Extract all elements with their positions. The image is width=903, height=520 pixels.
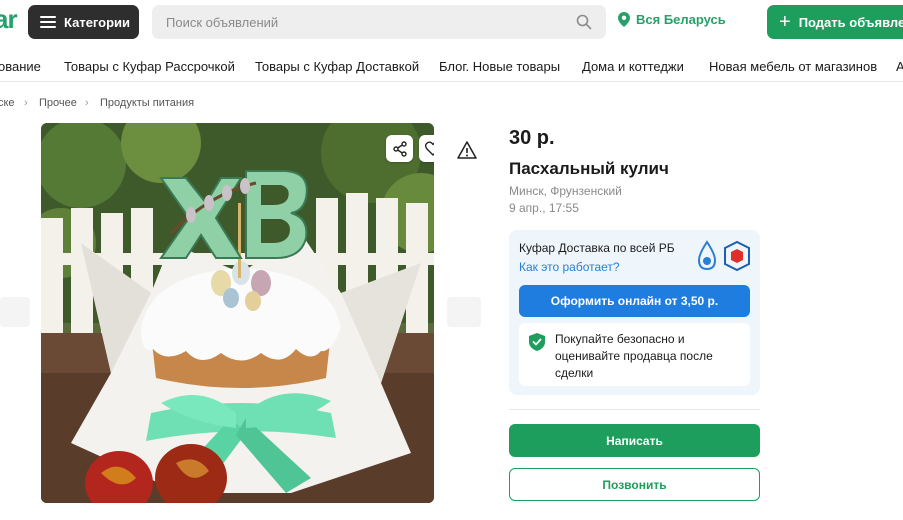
gallery-prev-button[interactable]	[0, 297, 30, 327]
gallery-next-button[interactable]	[447, 297, 481, 327]
nav-item-partial[interactable]: ование	[0, 59, 41, 74]
delivery-title: Куфар Доставка по всей РБ	[519, 241, 675, 255]
nav-item-installments[interactable]: Товары с Куфар Рассрочкой	[64, 59, 235, 74]
chevron-right-icon: ›	[85, 97, 89, 109]
chevron-right-icon: ›	[24, 97, 28, 109]
categories-label: Категории	[64, 14, 131, 30]
region-label: Вся Беларусь	[636, 12, 726, 27]
share-icon	[392, 140, 407, 157]
favorite-button[interactable]	[419, 135, 434, 162]
delivery-partner-logos-icon	[697, 240, 750, 272]
plus-icon: +	[779, 11, 791, 33]
product-photo[interactable]	[41, 123, 434, 503]
publish-date: 9 апр., 17:55	[509, 201, 579, 215]
heart-icon	[424, 141, 434, 156]
breadcrumb-item[interactable]: ске	[0, 97, 15, 109]
location-pin-icon	[618, 12, 630, 27]
post-ad-label: Подать объявление	[798, 14, 903, 30]
price: 30 р.	[509, 127, 555, 149]
how-it-works-link[interactable]: Как это работает?	[519, 260, 620, 274]
post-ad-button[interactable]: + Подать объявление	[767, 5, 903, 39]
category-nav: ование Товары с Куфар Рассрочкой Товары …	[0, 48, 903, 82]
nav-item-cut[interactable]: А	[896, 59, 903, 74]
nav-item-delivery[interactable]: Товары с Куфар Доставкой	[255, 59, 419, 74]
search-bar	[152, 5, 606, 39]
kulich-image	[41, 123, 434, 503]
nav-item-blog[interactable]: Блог. Новые товары	[439, 59, 560, 74]
breadcrumb-item[interactable]: Прочее	[39, 97, 77, 109]
warning-icon	[456, 140, 477, 159]
divider	[509, 409, 760, 410]
safe-deal-text: Покупайте безопасно и оценивайте продавц…	[555, 332, 713, 380]
region-selector[interactable]: Вся Беларусь	[618, 12, 726, 27]
location-text: Минск, Фрунзенский	[509, 184, 622, 198]
write-message-button[interactable]: Написать	[509, 424, 760, 457]
categories-button[interactable]: Категории	[28, 5, 139, 39]
shield-check-icon	[529, 333, 545, 351]
share-button[interactable]	[386, 135, 413, 162]
search-input[interactable]	[166, 14, 556, 30]
breadcrumb-item[interactable]: Продукты питания	[100, 97, 194, 109]
listing-title: Пасхальный кулич	[509, 159, 669, 178]
header: ar Категории Вся Беларусь + Подать объяв…	[0, 0, 903, 46]
menu-icon	[40, 16, 56, 28]
search-icon[interactable]	[576, 14, 592, 30]
report-button[interactable]	[453, 136, 480, 163]
order-online-button[interactable]: Оформить онлайн от 3,50 р.	[519, 285, 750, 317]
call-button[interactable]: Позвонить	[509, 468, 760, 501]
nav-item-furniture[interactable]: Новая мебель от магазинов	[709, 59, 877, 74]
nav-item-houses[interactable]: Дома и коттеджи	[582, 59, 684, 74]
safe-deal-card: Покупайте безопасно и оценивайте продавц…	[519, 323, 750, 386]
kufar-logo[interactable]: ar	[0, 4, 18, 35]
delivery-panel: Куфар Доставка по всей РБ Как это работа…	[509, 230, 760, 395]
